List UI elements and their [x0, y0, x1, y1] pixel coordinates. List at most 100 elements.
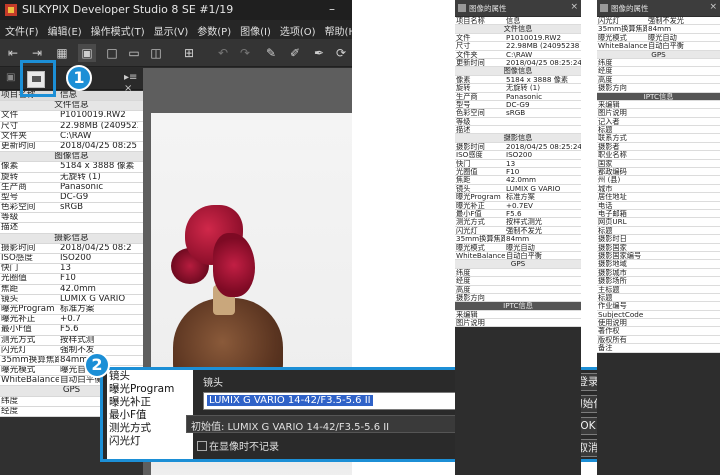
- table-row[interactable]: 图片说明: [597, 109, 720, 118]
- table-row[interactable]: 最小F值 F5.6: [0, 325, 143, 336]
- table-row[interactable]: WhiteBalance 自动白平衡: [455, 252, 581, 261]
- develop-icon[interactable]: ✐: [286, 44, 304, 62]
- table-row[interactable]: 色彩空间 sRGB: [455, 109, 581, 118]
- table-row[interactable]: 35mm换算焦距 84mm: [0, 356, 143, 367]
- table-row[interactable]: 像素 5184 x 3888 像素: [455, 76, 581, 85]
- table-row[interactable]: 备注: [597, 344, 720, 353]
- dialog-item-list[interactable]: 镜头 曝光Program 曝光补正 最小F值 测光方式 闪光灯: [107, 370, 193, 459]
- table-row[interactable]: 旋转 无旋转 (1): [455, 84, 581, 93]
- list-item[interactable]: 测光方式: [107, 422, 193, 435]
- checkbox-box[interactable]: [197, 441, 207, 451]
- table-row[interactable]: 更新时间 2018/04/25 08:25:24: [455, 59, 581, 68]
- table-row[interactable]: 图片说明: [455, 319, 581, 328]
- redo-icon[interactable]: ↷: [236, 44, 254, 62]
- table-row[interactable]: 经度: [455, 277, 581, 286]
- menu-help[interactable]: 帮助(H): [320, 20, 352, 38]
- table-row[interactable]: 摄影方向: [597, 84, 720, 93]
- table-row[interactable]: 标题: [597, 227, 720, 236]
- table-row[interactable]: 网页URL: [597, 218, 720, 227]
- section-row[interactable]: IPTC信息: [455, 302, 581, 311]
- table-row[interactable]: 闪光灯 强制不发: [0, 346, 143, 356]
- table-row[interactable]: 文件 P1010019.RW2: [455, 34, 581, 43]
- grid-icon[interactable]: ⊞: [180, 44, 198, 62]
- table-row[interactable]: 职业名称: [597, 151, 720, 160]
- table-row[interactable]: 生产商 Panasonic: [0, 183, 143, 193]
- table-row[interactable]: 城市: [597, 185, 720, 194]
- table-row[interactable]: 摄影时日: [597, 235, 720, 244]
- close-icon[interactable]: ×: [709, 2, 717, 12]
- menu-options[interactable]: 选项(O): [275, 20, 320, 38]
- table-row[interactable]: 标题: [597, 294, 720, 303]
- list-item[interactable]: 曝光补正: [107, 396, 193, 409]
- table-row[interactable]: 生产商 Panasonic: [455, 93, 581, 101]
- table-row[interactable]: 曝光补正 +0.7: [0, 315, 143, 326]
- table-row[interactable]: 标题: [597, 126, 720, 135]
- section-row[interactable]: 文件信息: [455, 25, 581, 34]
- table-row[interactable]: 作业编号: [597, 302, 720, 311]
- list-item[interactable]: 曝光Program: [107, 383, 193, 396]
- table-row[interactable]: 主标题: [597, 286, 720, 294]
- table-row[interactable]: 著作权: [597, 327, 720, 336]
- single-view-icon[interactable]: ▣: [78, 44, 96, 62]
- table-row[interactable]: 摄影场所: [597, 277, 720, 286]
- table-row[interactable]: 纬度: [597, 59, 720, 68]
- section-row[interactable]: GPS: [597, 50, 720, 59]
- table-row[interactable]: 国家: [597, 160, 720, 169]
- table-row[interactable]: 35mm换算焦距 84mm: [597, 25, 720, 34]
- table-row[interactable]: 文件夹 C:\RAW: [455, 51, 581, 59]
- table-row[interactable]: 摄影城市: [597, 269, 720, 278]
- table-row[interactable]: 镜头 LUMIX G VARIO: [455, 185, 581, 194]
- table-row[interactable]: 光圈值 F10: [455, 168, 581, 177]
- table-row[interactable]: 焦距 42.0mm: [0, 285, 143, 295]
- table-row[interactable]: 记入者: [597, 118, 720, 127]
- panel-tab-icon[interactable]: ▣: [6, 72, 15, 83]
- table-row[interactable]: 电话: [597, 202, 720, 210]
- eyedropper-icon[interactable]: ✎: [262, 44, 280, 62]
- table-row[interactable]: 描述: [0, 223, 143, 234]
- table-row[interactable]: 像素 5184 x 3888 像素: [0, 162, 143, 173]
- section-row[interactable]: 摄影信息: [0, 233, 143, 244]
- table-row[interactable]: 文件夹 C:\RAW: [0, 132, 143, 142]
- table-row[interactable]: 摄影时间 2018/04/25 08:2: [0, 244, 143, 254]
- compare-view-icon[interactable]: □: [103, 44, 121, 62]
- table-row[interactable]: 曝光补正 +0.7EV: [455, 202, 581, 210]
- do-not-record-checkbox[interactable]: 在显像时不记录: [197, 438, 279, 453]
- table-row[interactable]: 联系方式: [597, 134, 720, 143]
- table-row[interactable]: 描述: [455, 126, 581, 135]
- table-row[interactable]: 经度: [597, 67, 720, 76]
- table-row[interactable]: 闪光灯 强制不发光: [455, 227, 581, 236]
- table-row[interactable]: 型号 DC-G9: [0, 193, 143, 204]
- rotate-icon[interactable]: ⟳: [332, 44, 350, 62]
- section-row[interactable]: IPTC信息: [597, 92, 720, 101]
- table-row[interactable]: 州 (县): [597, 176, 720, 185]
- table-row[interactable]: 曝光Program 标准方案: [0, 305, 143, 316]
- table-row[interactable]: 等级: [455, 118, 581, 127]
- section-row[interactable]: 图像信息: [455, 67, 581, 76]
- table-row[interactable]: 摄影国家编号: [597, 252, 720, 261]
- table-row[interactable]: 摄影时间 2018/04/25 08:25:24: [455, 143, 581, 152]
- menu-image[interactable]: 图像(I): [235, 20, 275, 38]
- table-row[interactable]: 测光方式 按样式测光: [455, 218, 581, 227]
- table-row[interactable]: ISO感度 ISO200: [455, 151, 581, 160]
- table-row[interactable]: 文件 P1010019.RW2: [0, 111, 143, 122]
- list-item[interactable]: 最小F值: [107, 409, 193, 422]
- table-row[interactable]: 快门 13: [455, 160, 581, 169]
- table-row[interactable]: 来编辑: [597, 101, 720, 110]
- table-row[interactable]: 曝光Program 标准方案: [455, 193, 581, 202]
- table-row[interactable]: 摄影者: [597, 143, 720, 152]
- list-item[interactable]: 镜头: [107, 370, 193, 383]
- table-row[interactable]: 曝光模式 曝光自动: [597, 34, 720, 43]
- table-row[interactable]: 闪光灯 强制不发光: [597, 17, 720, 26]
- table-row[interactable]: 高度: [455, 286, 581, 294]
- menu-parameter[interactable]: 参数(P): [192, 20, 235, 38]
- menu-file[interactable]: 文件(F): [0, 20, 43, 38]
- table-row[interactable]: 摄影方向: [455, 294, 581, 303]
- table-row[interactable]: 电子邮箱: [597, 210, 720, 219]
- section-row[interactable]: 文件信息: [0, 101, 143, 112]
- table-row[interactable]: 尺寸 22.98MB (24095238: [0, 122, 143, 132]
- table-row[interactable]: 高度: [597, 76, 720, 85]
- list-view-icon[interactable]: ▭: [125, 44, 143, 62]
- table-row[interactable]: 曝光模式 曝光自动: [455, 244, 581, 252]
- table-row[interactable]: 最小F值 F5.6: [455, 210, 581, 219]
- section-row[interactable]: GPS: [455, 260, 581, 269]
